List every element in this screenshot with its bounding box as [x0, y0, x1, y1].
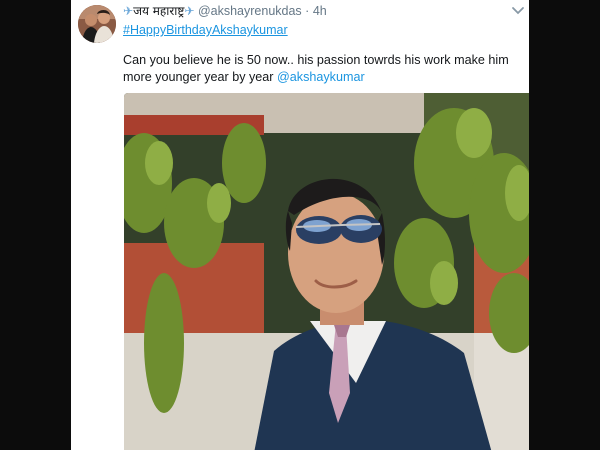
timestamp[interactable]: 4h — [313, 4, 327, 18]
tweet-card: ✈जय महाराष्ट्र✈ @akshayrenukdas · 4h #Ha… — [71, 0, 529, 450]
airplane-icon: ✈ — [184, 4, 195, 18]
separator-dot: · — [305, 4, 310, 18]
mention-link[interactable]: @akshaykumar — [277, 70, 365, 84]
display-name[interactable]: जय महाराष्ट्र — [133, 4, 184, 18]
user-handle[interactable]: @akshayrenukdas — [198, 4, 302, 18]
chevron-down-icon[interactable] — [511, 4, 525, 16]
tweet-header: ✈जय महाराष्ट्र✈ @akshayrenukdas · 4h — [123, 3, 483, 19]
airplane-icon: ✈ — [123, 4, 134, 18]
tweet-text: Can you believe he is 50 now.. his passi… — [123, 52, 518, 86]
hashtag-link[interactable]: #HappyBirthdayAkshaykumar — [123, 22, 288, 38]
tweet-photo[interactable] — [124, 93, 529, 450]
avatar[interactable] — [78, 5, 116, 43]
